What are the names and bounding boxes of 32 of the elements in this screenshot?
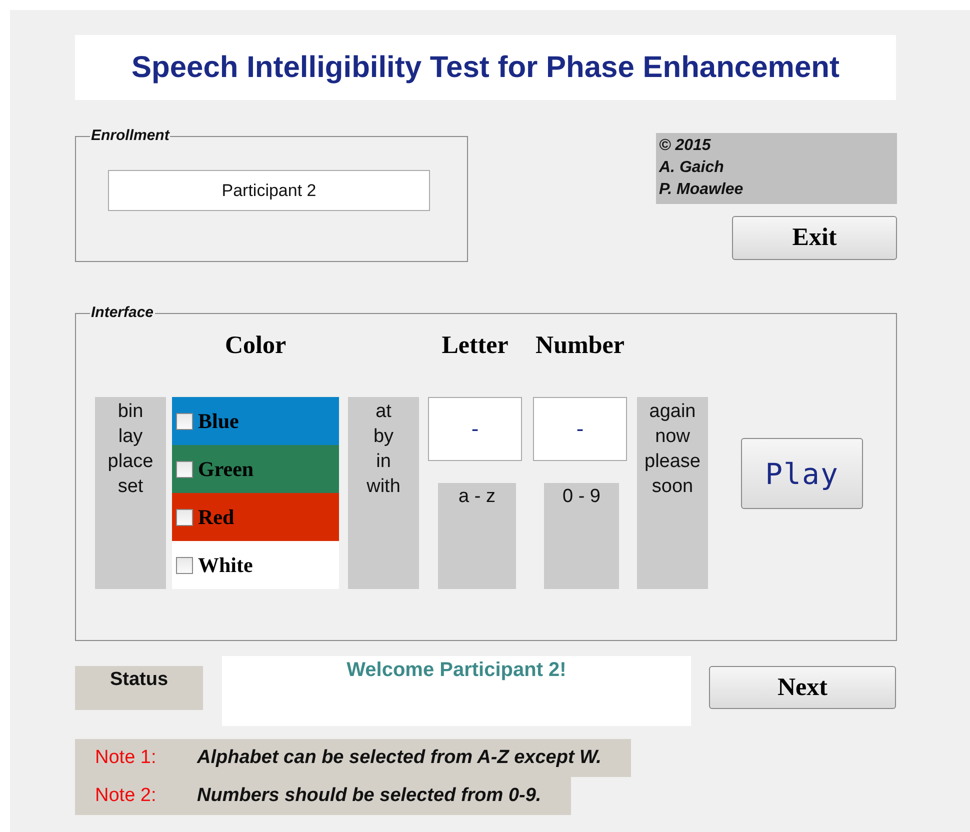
status-label: Status	[75, 666, 203, 710]
color-option[interactable]: White	[172, 541, 339, 589]
next-button[interactable]: Next	[709, 666, 896, 709]
note-text: Numbers should be selected from 0-9.	[197, 785, 542, 807]
exit-button[interactable]: Exit	[732, 216, 897, 260]
participant-field[interactable]: Participant 2	[108, 170, 430, 211]
panel-label: Enrollment	[90, 127, 170, 145]
column-header: Color	[224, 331, 288, 361]
color-option[interactable]: Blue	[172, 397, 339, 445]
input-field[interactable]: -	[428, 397, 522, 461]
checkbox[interactable]	[176, 508, 193, 526]
color-option[interactable]: Green	[172, 445, 339, 493]
checkbox[interactable]	[176, 556, 193, 574]
status-message: Welcome Participant 2!	[222, 656, 691, 726]
credits-text: © 2015 A. Gaich P. Moawlee	[656, 133, 897, 204]
range-hint: 0 - 9	[544, 483, 619, 589]
panel-label: Interface	[90, 304, 155, 322]
word-column: at by in with	[348, 397, 419, 589]
app-title: Speech Intelligibility Test for Phase Enhancement	[75, 35, 896, 100]
checkbox[interactable]	[176, 460, 193, 478]
range-hint: a - z	[438, 483, 516, 589]
word-column: again now please soon	[637, 397, 708, 589]
checkbox[interactable]	[176, 412, 193, 430]
word-column: bin lay place set	[95, 397, 166, 589]
color-option[interactable]: Red	[172, 493, 339, 541]
input-field[interactable]: -	[533, 397, 627, 461]
note-label: Note 1:	[94, 747, 158, 769]
play-button[interactable]: Play	[741, 438, 863, 509]
note-text: Alphabet can be selected from A-Z except W.	[197, 747, 602, 769]
column-header: Letter	[440, 331, 510, 361]
note-label: Note 2:	[94, 785, 158, 807]
column-header: Number	[534, 331, 626, 361]
